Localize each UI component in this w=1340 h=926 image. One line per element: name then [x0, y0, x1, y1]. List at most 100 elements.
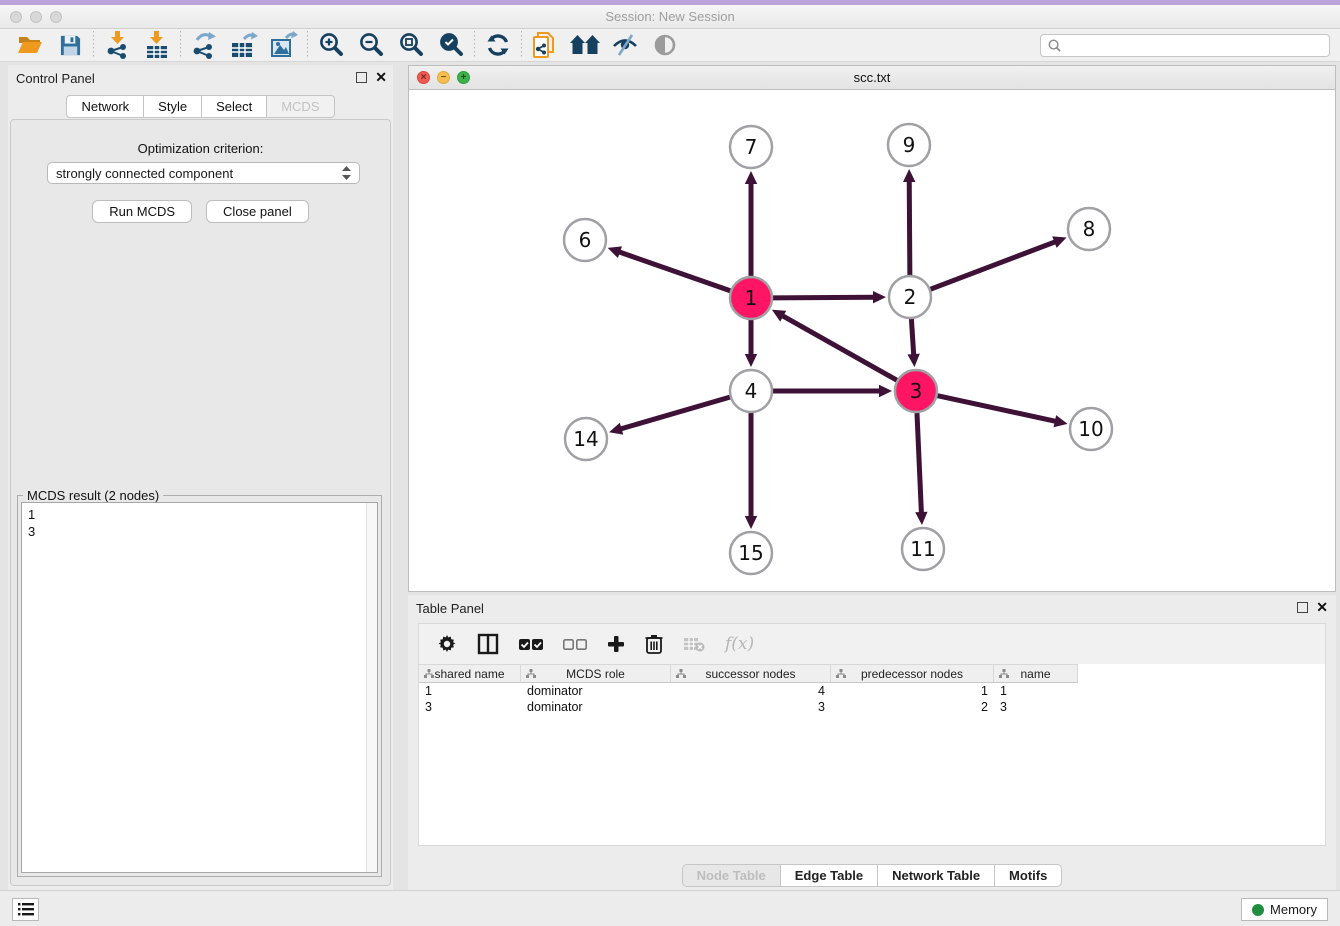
delete-table-icon	[683, 630, 705, 658]
titlebar: Session: New Session	[0, 5, 1340, 29]
column-header-name[interactable]: name	[994, 664, 1078, 683]
search-field[interactable]	[1040, 34, 1330, 57]
show-graphics-details-icon[interactable]	[645, 30, 685, 60]
table-panel-title: Table Panel	[416, 601, 484, 616]
open-folder-icon[interactable]	[10, 30, 50, 60]
tab-select[interactable]: Select	[201, 95, 266, 118]
tab-motifs[interactable]: Motifs	[994, 864, 1062, 887]
edge-2-8[interactable]	[931, 241, 1057, 289]
optimization-criterion-select[interactable]: strongly connected component	[47, 162, 360, 184]
memory-label: Memory	[1270, 902, 1317, 917]
close-panel-button[interactable]: Close panel	[206, 200, 309, 223]
save-session-icon[interactable]	[50, 30, 90, 60]
memory-button[interactable]: Memory	[1241, 898, 1328, 921]
float-table-panel-icon[interactable]	[1297, 602, 1308, 613]
import-table-icon[interactable]	[137, 30, 177, 60]
optimization-criterion-label: Optimization criterion:	[11, 141, 390, 156]
clone-network-icon[interactable]	[525, 30, 565, 60]
cell-name[interactable]: 1	[994, 683, 1078, 699]
node-label-9: 9	[903, 133, 916, 157]
mcds-pane: Optimization criterion: strongly connect…	[10, 119, 391, 886]
arrowhead-4-3	[879, 385, 892, 397]
arrowhead-3-10	[1054, 415, 1068, 427]
zoom-out-icon[interactable]	[351, 30, 391, 60]
node-label-6: 6	[579, 228, 592, 252]
search-icon	[1047, 38, 1062, 53]
tab-node-table[interactable]: Node Table	[682, 864, 780, 887]
node-label-11: 11	[910, 537, 935, 561]
status-bar: Memory	[0, 890, 1340, 926]
tab-network-table[interactable]: Network Table	[877, 864, 994, 887]
arrowhead-1-7	[745, 171, 757, 184]
list-icon	[18, 903, 34, 916]
network-view-window: × − + scc.txt 7968124314101511	[408, 65, 1336, 592]
edge-3-11[interactable]	[917, 413, 921, 514]
delete-columns-icon[interactable]	[645, 630, 663, 658]
arrowhead-3-11	[915, 512, 927, 525]
column-header-predecessor-nodes[interactable]: predecessor nodes	[831, 664, 994, 683]
add-column-icon[interactable]	[607, 630, 625, 658]
export-table-icon[interactable]	[224, 30, 264, 60]
column-header-shared-name[interactable]: shared name	[419, 664, 521, 683]
table-row[interactable]: 1dominator411	[419, 683, 1325, 699]
tab-style[interactable]: Style	[143, 95, 201, 118]
search-input[interactable]	[1062, 39, 1323, 53]
network-canvas[interactable]: 7968124314101511	[409, 90, 1335, 591]
table-body: 1dominator4113dominator323	[419, 683, 1325, 715]
settings-gear-icon[interactable]	[437, 630, 457, 658]
column-header-successor-nodes[interactable]: successor nodes	[671, 664, 831, 683]
import-network-icon[interactable]	[97, 30, 137, 60]
zoom-selected-icon[interactable]	[431, 30, 471, 60]
export-network-icon[interactable]	[184, 30, 224, 60]
edge-4-14[interactable]	[620, 397, 730, 429]
edge-3-1[interactable]	[781, 315, 896, 380]
selected-criterion: strongly connected component	[56, 166, 342, 181]
cell-successor-nodes[interactable]: 4	[671, 683, 831, 699]
column-header-MCDS-role[interactable]: MCDS role	[521, 664, 671, 683]
edge-1-2[interactable]	[773, 297, 875, 298]
network-window-titlebar: × − + scc.txt	[409, 66, 1335, 90]
float-panel-icon[interactable]	[356, 72, 367, 83]
edge-2-9[interactable]	[909, 180, 910, 275]
edge-3-10[interactable]	[937, 396, 1056, 422]
zoom-in-icon[interactable]	[311, 30, 351, 60]
table-panel: Table Panel ✕	[408, 595, 1336, 890]
cell-name[interactable]: 3	[994, 699, 1078, 715]
tab-edge-table[interactable]: Edge Table	[780, 864, 877, 887]
column-selector-icon[interactable]	[477, 630, 499, 658]
column-type-icon	[424, 669, 434, 679]
result-scrollbar[interactable]	[366, 503, 377, 872]
deselect-all-rows-icon[interactable]	[563, 630, 587, 658]
select-all-rows-icon[interactable]	[519, 630, 543, 658]
cell-MCDS-role[interactable]: dominator	[521, 683, 671, 699]
close-panel-icon[interactable]: ✕	[375, 71, 387, 84]
task-history-button[interactable]	[12, 898, 39, 921]
table-row[interactable]: 3dominator323	[419, 699, 1325, 715]
cell-predecessor-nodes[interactable]: 2	[831, 699, 994, 715]
table-header-row: shared nameMCDS rolesuccessor nodesprede…	[419, 664, 1325, 683]
node-label-4: 4	[745, 379, 758, 403]
tab-mcds[interactable]: MCDS	[266, 95, 334, 118]
cell-successor-nodes[interactable]: 3	[671, 699, 831, 715]
close-table-panel-icon[interactable]: ✕	[1316, 601, 1328, 614]
run-mcds-button[interactable]: Run MCDS	[92, 200, 192, 223]
arrowhead-2-9	[903, 169, 915, 182]
cell-MCDS-role[interactable]: dominator	[521, 699, 671, 715]
export-image-icon[interactable]	[264, 30, 304, 60]
cell-shared-name[interactable]: 1	[419, 683, 521, 699]
mcds-result-textarea[interactable]: 13	[21, 502, 378, 873]
edge-1-6[interactable]	[618, 252, 730, 291]
tab-network[interactable]: Network	[66, 95, 143, 118]
cell-shared-name[interactable]: 3	[419, 699, 521, 715]
toolbar-separator	[521, 31, 522, 59]
hide-graphics-details-icon[interactable]	[605, 30, 645, 60]
apply-layout-icon[interactable]	[478, 30, 518, 60]
zoom-fit-icon[interactable]	[391, 30, 431, 60]
show-all-networks-icon[interactable]	[565, 30, 605, 60]
network-graph[interactable]: 7968124314101511	[409, 90, 1335, 591]
node-label-7: 7	[745, 135, 758, 159]
cell-predecessor-nodes[interactable]: 1	[831, 683, 994, 699]
column-type-icon	[676, 669, 686, 679]
edge-2-3[interactable]	[911, 319, 913, 356]
table-tabs: Node Table Edge Table Network Table Moti…	[408, 864, 1336, 887]
